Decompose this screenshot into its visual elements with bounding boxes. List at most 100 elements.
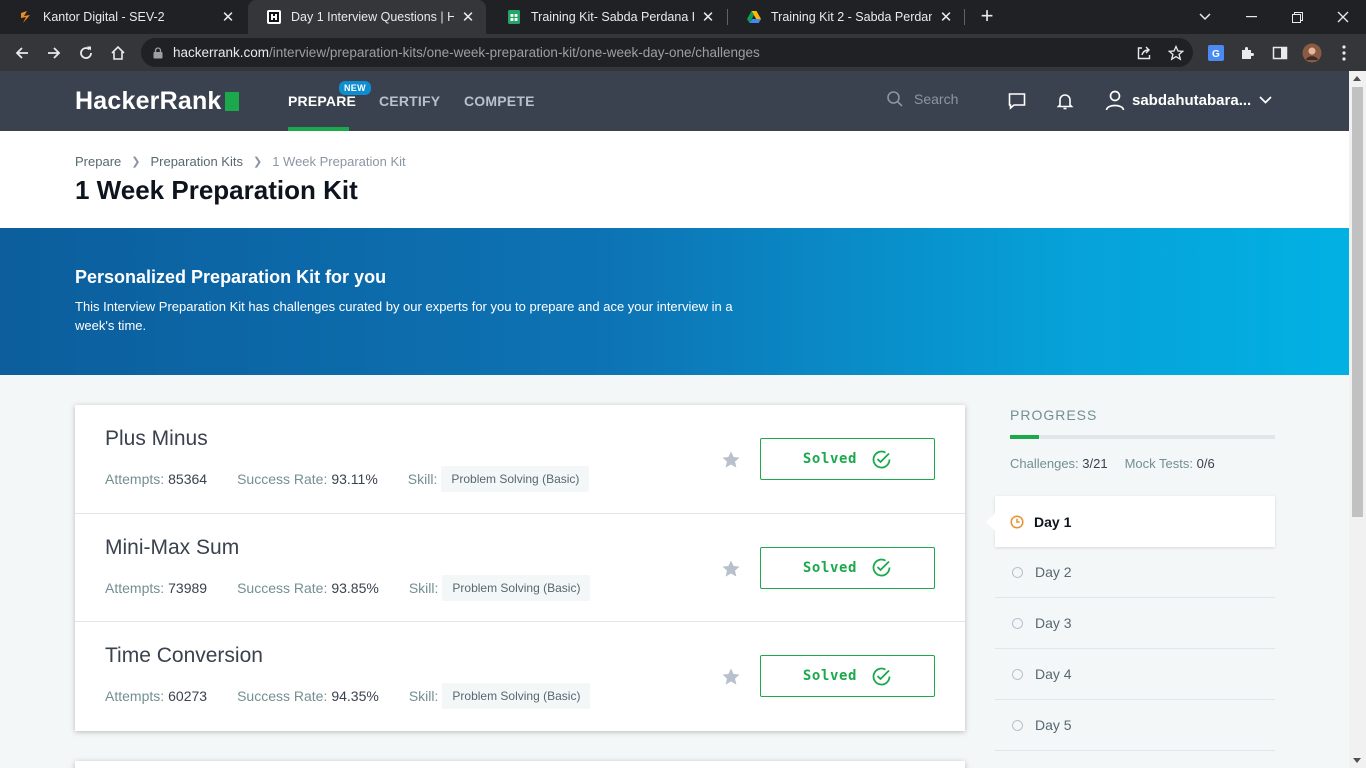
challenge-name[interactable]: Time Conversion (105, 644, 263, 668)
challenge-meta: Attempts: 85364 Success Rate: 93.11% Skill… (105, 466, 619, 492)
attempts-label: Attempts: (105, 471, 165, 487)
hackerrank-page: HackerRank PREPARE NEW CERTIFY COMPETE S… (0, 71, 1349, 768)
messages-icon[interactable] (1005, 89, 1029, 113)
day-item-4[interactable]: Day 4 (995, 649, 1275, 700)
challenge-card[interactable]: Time Conversion Attempts: 60273 Success R… (75, 622, 965, 731)
side-panel-icon[interactable] (1270, 43, 1290, 63)
close-window-icon[interactable] (1320, 0, 1366, 34)
kit-banner: Personalized Preparation Kit for you Thi… (0, 228, 1349, 375)
banner-title: Personalized Preparation Kit for you (75, 267, 387, 287)
progress-label: PROGRESS (1010, 407, 1098, 423)
restore-icon[interactable] (1274, 0, 1320, 34)
tab-title: Training Kit- Sabda Perdana Huta (531, 10, 694, 24)
browser-menu-icon[interactable] (1334, 43, 1354, 63)
banner-description: This Interview Preparation Kit has chall… (75, 299, 733, 333)
minimize-icon[interactable] (1228, 0, 1274, 34)
solved-button[interactable]: Solved (760, 438, 935, 480)
username: sabdahutabara... (1132, 91, 1252, 109)
lock-icon[interactable] (153, 46, 163, 59)
skill-label: Skill: (407, 471, 438, 487)
browser-tab-kantor[interactable]: Kantor Digital - SEV-2 ✕ (0, 0, 246, 34)
title-section: Prepare ❯ Preparation Kits ❯ 1 Week Prep… (0, 131, 1349, 228)
mock-tests-value: 0/6 (1196, 456, 1215, 471)
solved-label: Solved (802, 559, 858, 576)
new-tab-icon[interactable]: + (976, 5, 998, 27)
breadcrumb-prepare[interactable]: Prepare (75, 154, 121, 169)
challenge-name[interactable]: Plus Minus (105, 427, 208, 451)
challenges-count-value: 3/21 (1082, 456, 1108, 471)
tab-close-icon[interactable]: ✕ (220, 8, 236, 26)
forward-icon[interactable] (42, 41, 66, 65)
clock-icon (1010, 514, 1024, 529)
day-list: Day 1 Day 2 Day 3 Day 4 Day 5 (986, 496, 1275, 751)
progress-bar (1010, 435, 1275, 439)
bookmark-star-icon[interactable] (721, 559, 741, 579)
hackerrank-favicon-icon (266, 9, 282, 25)
success-rate-value: 93.85% (331, 579, 379, 596)
address-bar[interactable]: hackerrank.com/interview/preparation-kit… (141, 38, 1193, 67)
browser-toolbar: hackerrank.com/interview/preparation-kit… (0, 34, 1366, 71)
extensions-puzzle-icon[interactable] (1238, 43, 1258, 63)
bookmark-star-icon[interactable] (721, 450, 741, 470)
challenges-count-label: Challenges: (1010, 456, 1079, 471)
user-icon (1105, 90, 1125, 111)
user-menu[interactable]: sabdahutabara... (1104, 89, 1272, 111)
scroll-down-arrow-icon[interactable] (1353, 758, 1361, 763)
nav-prepare[interactable]: PREPARE (288, 93, 356, 109)
solved-button[interactable]: Solved (760, 546, 935, 589)
profile-avatar-icon[interactable] (1302, 43, 1322, 63)
google-translate-icon[interactable]: G (1206, 43, 1226, 63)
circle-icon (1012, 566, 1023, 578)
success-rate-label: Success Rate: (237, 579, 328, 596)
browser-tab-sheets[interactable]: Training Kit- Sabda Perdana Huta ✕ (488, 0, 726, 34)
challenge-meta: Attempts: 73989 Success Rate: 93.85% Skill… (105, 574, 620, 601)
reload-icon[interactable] (74, 41, 98, 65)
browser-tab-drive[interactable]: Training Kit 2 - Sabda Perdana Hu ✕ (728, 0, 964, 34)
challenge-list: Plus Minus Attempts: 85364 Success Rate: 9… (75, 405, 965, 731)
day-item-1[interactable]: Day 1 (986, 496, 1275, 547)
page-title: 1 Week Preparation Kit (75, 175, 358, 205)
nav-certify[interactable]: CERTIFY (379, 93, 440, 109)
tab-close-icon[interactable]: ✕ (938, 8, 954, 26)
mock-tests-label: Mock Tests: (1124, 456, 1193, 471)
header-search[interactable]: Search (886, 90, 958, 108)
check-circle-icon (872, 667, 891, 685)
day-item-3[interactable]: Day 3 (995, 598, 1275, 649)
tab-separator (964, 9, 965, 25)
progress-bar-fill (1010, 435, 1040, 439)
skill-label: Skill: (408, 579, 439, 596)
share-icon[interactable] (1135, 44, 1153, 62)
check-circle-icon (872, 558, 891, 577)
hackerrank-logo[interactable]: HackerRank (75, 87, 239, 116)
breadcrumb-current: 1 Week Preparation Kit (272, 154, 406, 169)
day-label: Day 3 (1035, 615, 1072, 631)
tab-close-icon[interactable]: ✕ (460, 8, 476, 26)
attempts-label: Attempts: (105, 579, 165, 596)
tab-search-chevron-icon[interactable] (1182, 0, 1228, 34)
tab-close-icon[interactable]: ✕ (700, 8, 716, 26)
scroll-up-arrow-icon[interactable] (1353, 76, 1361, 81)
url-path: /interview/preparation-kits/one-week-pre… (269, 45, 760, 60)
day-item-5[interactable]: Day 5 (995, 700, 1275, 751)
scrollbar-thumb[interactable] (1352, 87, 1363, 517)
solved-button[interactable]: Solved (760, 655, 935, 697)
back-icon[interactable] (10, 41, 34, 65)
breadcrumb-preparation-kits[interactable]: Preparation Kits (150, 154, 243, 169)
challenge-card[interactable]: Plus Minus Attempts: 85364 Success Rate: 9… (75, 405, 965, 514)
home-icon[interactable] (106, 41, 130, 65)
success-rate-label: Success Rate: (237, 688, 328, 704)
challenge-name[interactable]: Mini-Max Sum (105, 536, 239, 560)
tab-title: Kantor Digital - SEV-2 (43, 10, 165, 24)
google-sheets-icon (506, 9, 522, 25)
solved-label: Solved (802, 451, 858, 467)
day-item-2[interactable]: Day 2 (995, 547, 1275, 598)
bookmark-star-icon[interactable] (1167, 44, 1185, 62)
page-scrollbar[interactable] (1349, 71, 1366, 768)
browser-tab-hackerrank[interactable]: Day 1 Interview Questions | Hack ✕ (248, 0, 486, 34)
day-label: Day 4 (1035, 666, 1072, 682)
bookmark-star-icon[interactable] (721, 667, 741, 687)
circle-icon (1012, 668, 1023, 680)
nav-compete[interactable]: COMPETE (464, 93, 535, 109)
challenge-card[interactable]: Mini-Max Sum Attempts: 73989 Success Rate… (75, 514, 965, 622)
notifications-bell-icon[interactable] (1053, 89, 1077, 113)
